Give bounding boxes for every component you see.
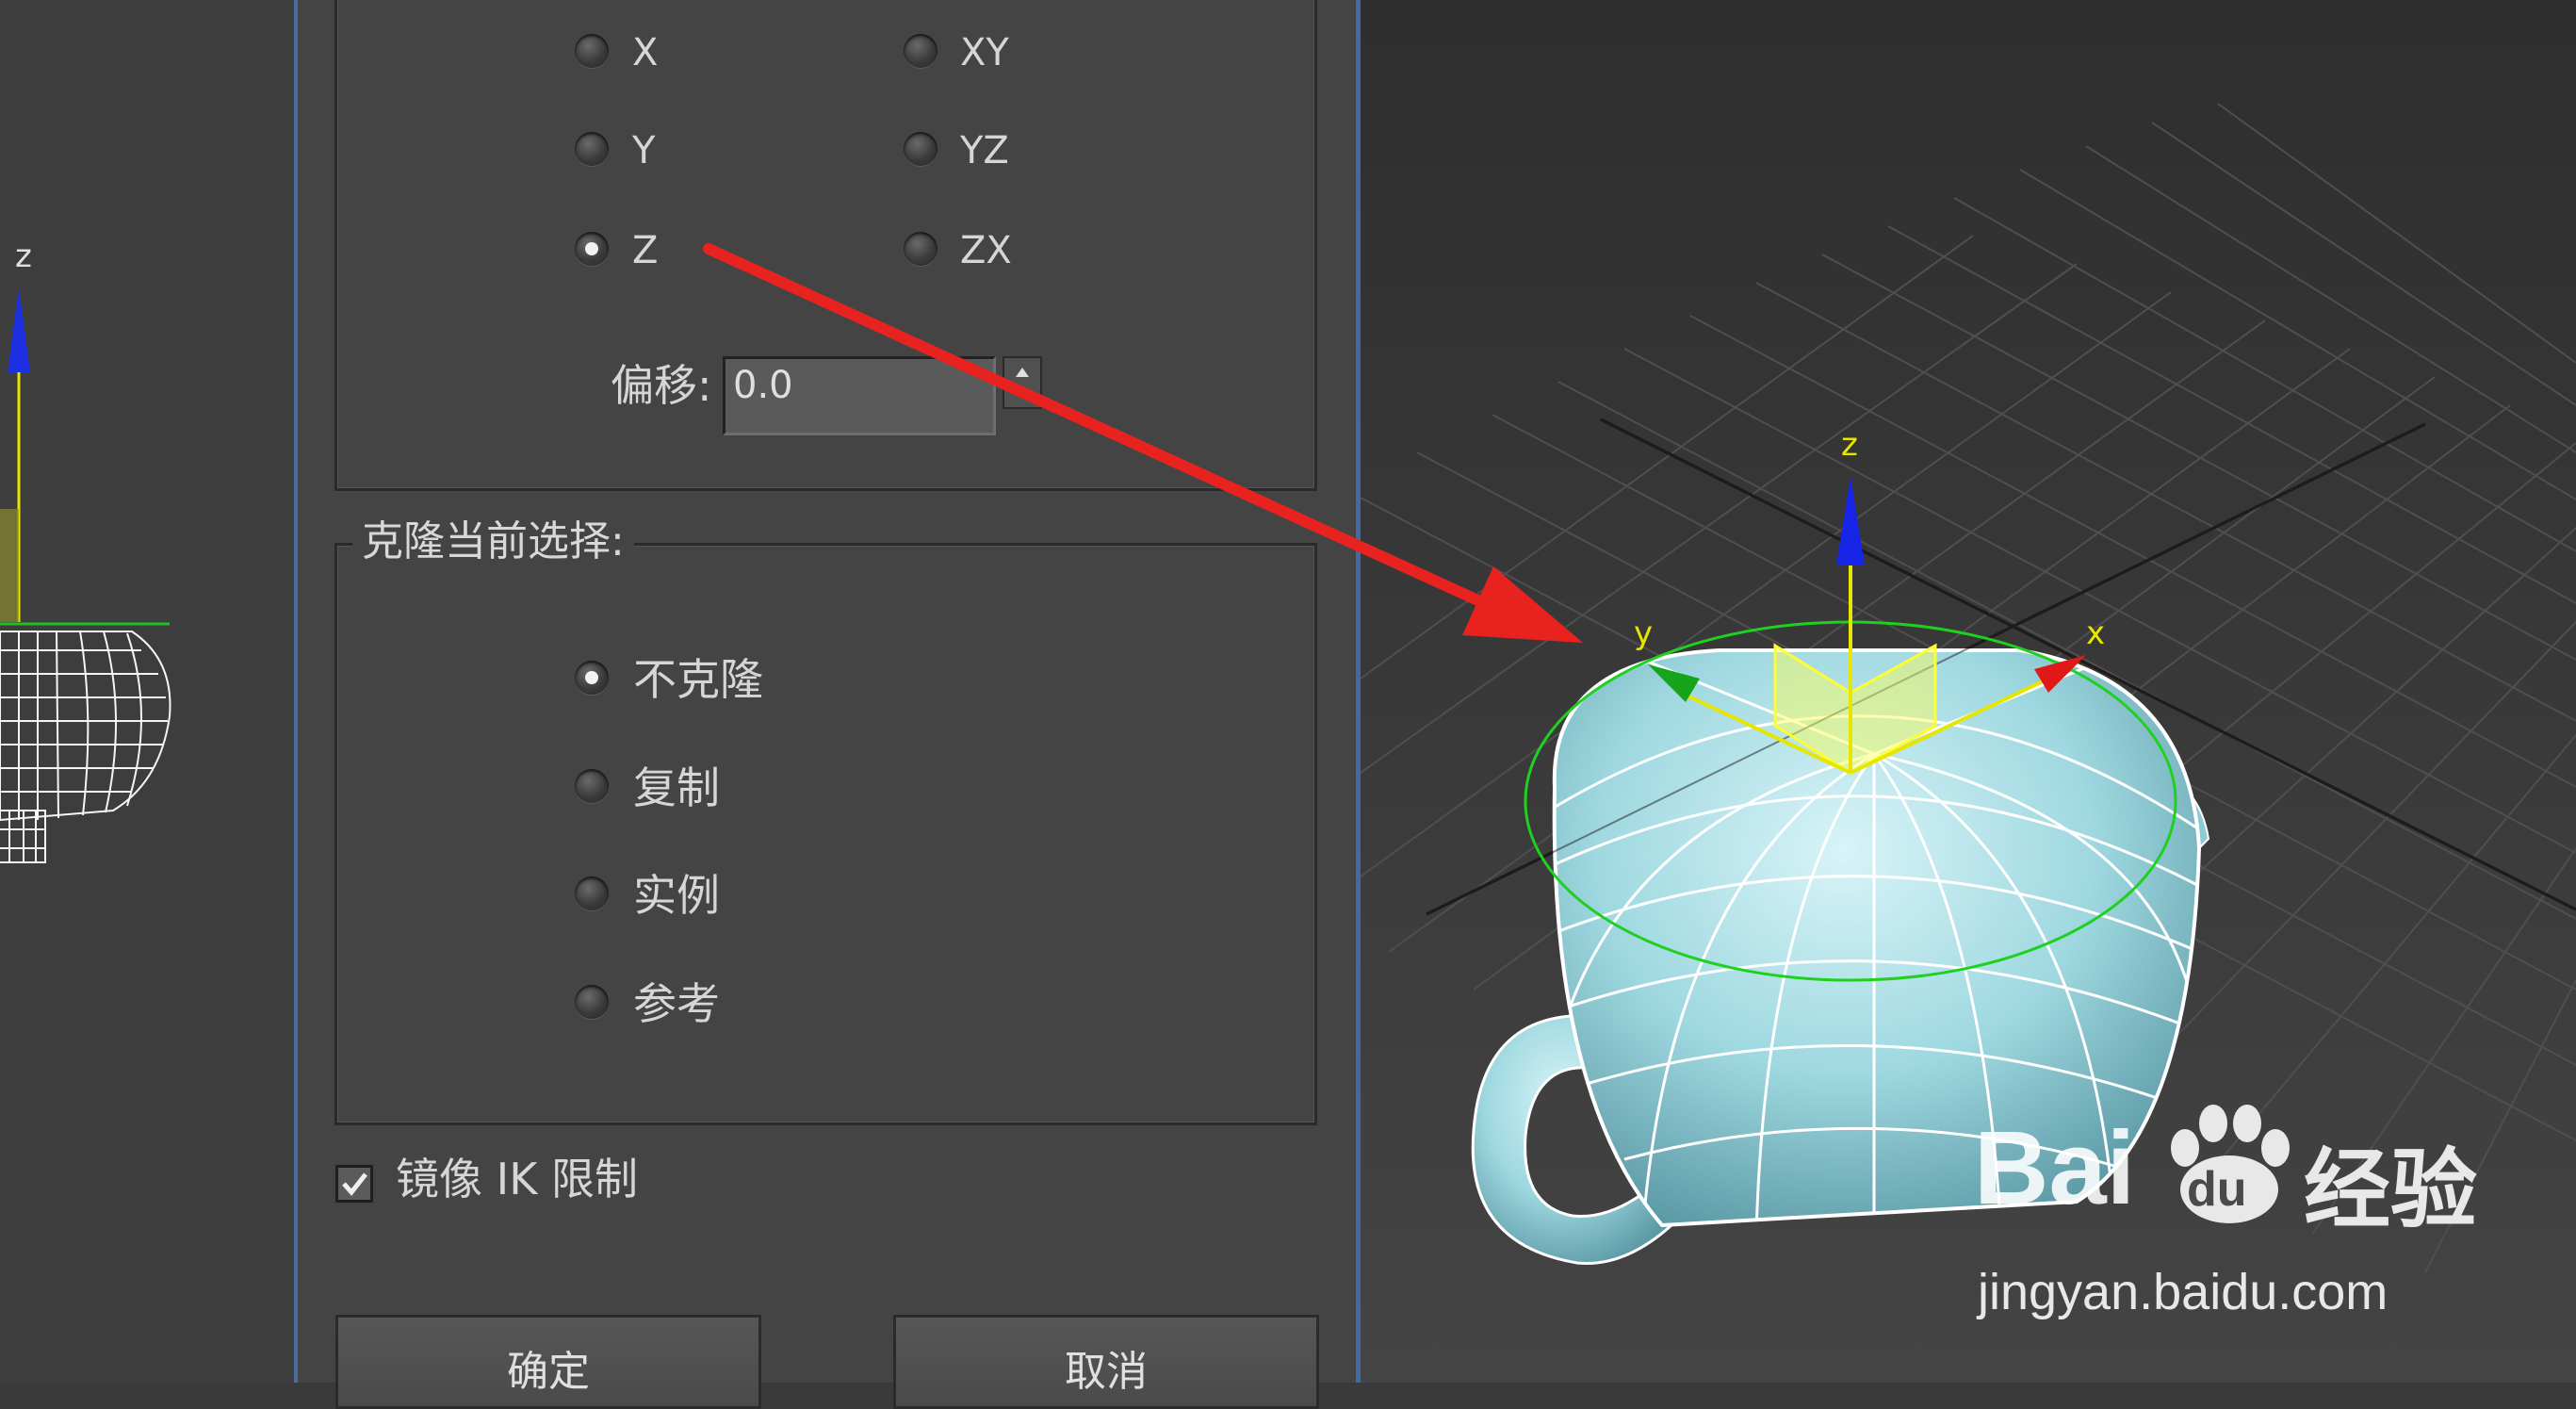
watermark-brand-right: 经验 <box>2304 1139 2478 1240</box>
watermark-url: jingyan.baidu.com <box>1978 1264 2389 1320</box>
watermark-brand-left: Bai <box>1974 1110 2136 1226</box>
baidu-jingyan-watermark: Bai du 经验 jingyan.baidu.com <box>1974 1103 2502 1329</box>
watermark-paw-text: du <box>2187 1162 2247 1217</box>
